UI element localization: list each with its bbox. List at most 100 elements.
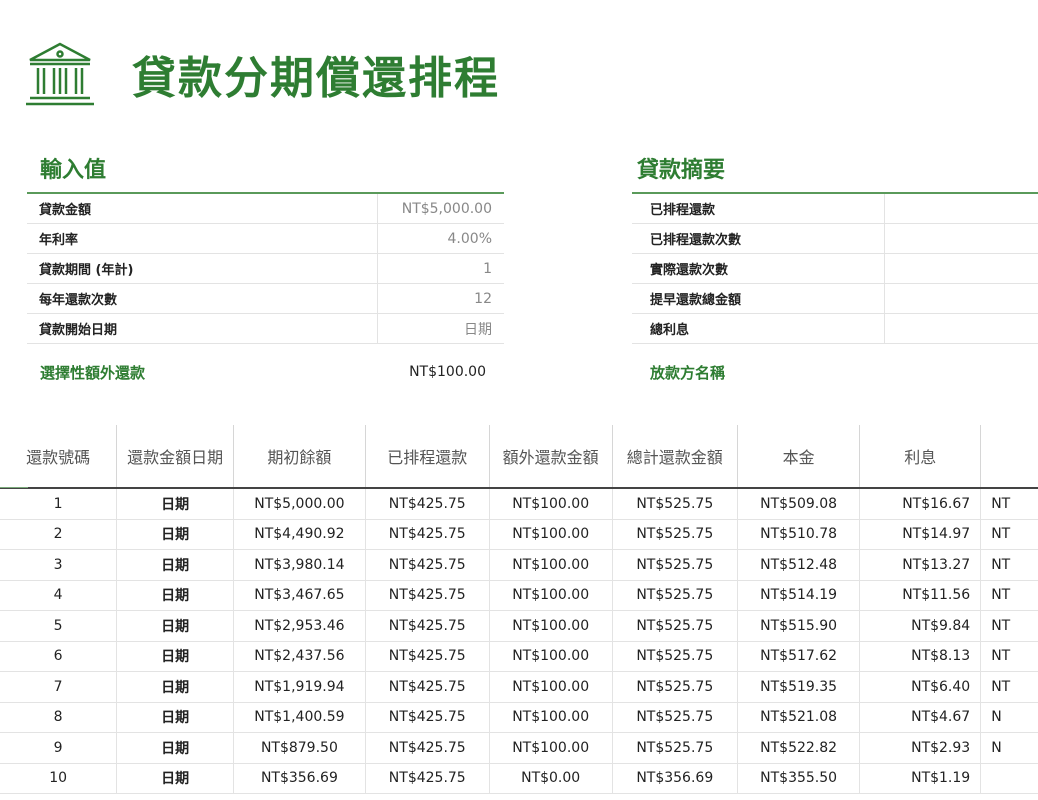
extra-payment-cell[interactable]: NT$100.00 [488,641,613,672]
interest-cell[interactable]: NT$14.97 [859,519,981,550]
column-header[interactable] [980,425,1038,489]
scheduled-payment-cell[interactable]: NT$425.75 [364,702,490,733]
truncated-cell[interactable]: NT [980,671,1038,703]
principal-cell[interactable]: NT$517.62 [736,641,860,672]
principal-cell[interactable]: NT$355.50 [736,763,860,794]
payment-number-cell[interactable]: 3 [0,549,117,581]
total-payment-cell[interactable]: NT$525.75 [611,610,738,642]
beginning-balance-cell[interactable]: NT$356.69 [233,763,366,794]
scheduled-payment-cell[interactable]: NT$425.75 [364,763,490,794]
payment-date-cell[interactable]: 日期 [116,702,234,733]
total-payment-cell[interactable]: NT$525.75 [611,641,738,672]
interest-cell[interactable]: NT$4.67 [859,702,981,733]
payment-number-cell[interactable]: 7 [0,671,117,703]
scheduled-payment-cell[interactable]: NT$425.75 [364,488,490,520]
interest-cell[interactable]: NT$2.93 [859,732,981,764]
truncated-cell[interactable]: NT [980,549,1038,581]
scheduled-payment-cell[interactable]: NT$425.75 [364,671,490,703]
payment-number-cell[interactable]: 8 [0,702,117,733]
beginning-balance-cell[interactable]: NT$3,980.14 [233,549,366,581]
payment-date-cell[interactable]: 日期 [116,763,234,794]
principal-cell[interactable]: NT$519.35 [736,671,860,703]
beginning-balance-cell[interactable]: NT$4,490.92 [233,519,366,550]
payment-number-cell[interactable]: 9 [0,732,117,764]
scheduled-payment-cell[interactable]: NT$425.75 [364,580,490,611]
payment-number-cell[interactable]: 4 [0,580,117,611]
extra-payment-value[interactable]: NT$100.00 [330,364,486,380]
payment-date-cell[interactable]: 日期 [116,580,234,611]
beginning-balance-cell[interactable]: NT$1,919.94 [233,671,366,703]
total-payment-cell[interactable]: NT$525.75 [611,519,738,550]
scheduled-payment-cell[interactable]: NT$425.75 [364,610,490,642]
total-payment-cell[interactable]: NT$525.75 [611,549,738,581]
principal-cell[interactable]: NT$510.78 [736,519,860,550]
truncated-cell[interactable] [980,763,1038,794]
input-value-cell[interactable]: 12 [376,283,504,314]
principal-cell[interactable]: NT$509.08 [736,488,860,520]
extra-payment-cell[interactable]: NT$100.00 [488,610,613,642]
payment-number-cell[interactable]: 6 [0,641,117,672]
interest-cell[interactable]: NT$1.19 [859,763,981,794]
input-value-cell[interactable]: 4.00% [376,223,504,254]
interest-cell[interactable]: NT$8.13 [859,641,981,672]
scheduled-payment-cell[interactable]: NT$425.75 [364,519,490,550]
beginning-balance-cell[interactable]: NT$2,953.46 [233,610,366,642]
payment-number-cell[interactable]: 10 [0,763,117,794]
truncated-cell[interactable]: NT [980,580,1038,611]
beginning-balance-cell[interactable]: NT$3,467.65 [233,580,366,611]
beginning-balance-cell[interactable]: NT$1,400.59 [233,702,366,733]
interest-cell[interactable]: NT$6.40 [859,671,981,703]
total-payment-cell[interactable]: NT$525.75 [611,702,738,733]
truncated-cell[interactable]: NT [980,610,1038,642]
total-payment-cell[interactable]: NT$525.75 [611,488,738,520]
beginning-balance-cell[interactable]: NT$2,437.56 [233,641,366,672]
extra-payment-cell[interactable]: NT$100.00 [488,732,613,764]
column-header[interactable]: 還款號碼 [0,425,117,489]
interest-cell[interactable]: NT$9.84 [859,610,981,642]
total-payment-cell[interactable]: NT$356.69 [611,763,738,794]
column-header[interactable]: 總計還款金額 [611,425,738,489]
payment-date-cell[interactable]: 日期 [116,549,234,581]
payment-date-cell[interactable]: 日期 [116,488,234,520]
payment-number-cell[interactable]: 1 [0,488,117,520]
column-header[interactable]: 利息 [859,425,981,489]
principal-cell[interactable]: NT$514.19 [736,580,860,611]
payment-number-cell[interactable]: 5 [0,610,117,642]
beginning-balance-cell[interactable]: NT$879.50 [233,732,366,764]
payment-date-cell[interactable]: 日期 [116,671,234,703]
payment-date-cell[interactable]: 日期 [116,519,234,550]
column-header[interactable]: 已排程還款 [364,425,490,489]
total-payment-cell[interactable]: NT$525.75 [611,580,738,611]
interest-cell[interactable]: NT$16.67 [859,488,981,520]
scheduled-payment-cell[interactable]: NT$425.75 [364,549,490,581]
payment-date-cell[interactable]: 日期 [116,641,234,672]
input-value-cell[interactable]: 1 [376,253,504,284]
scheduled-payment-cell[interactable]: NT$425.75 [364,641,490,672]
principal-cell[interactable]: NT$512.48 [736,549,860,581]
principal-cell[interactable]: NT$515.90 [736,610,860,642]
truncated-cell[interactable]: N [980,702,1038,733]
column-header[interactable]: 本金 [736,425,860,489]
column-header[interactable]: 期初餘額 [233,425,366,489]
payment-date-cell[interactable]: 日期 [116,610,234,642]
payment-date-cell[interactable]: 日期 [116,732,234,764]
truncated-cell[interactable]: NT [980,641,1038,672]
truncated-cell[interactable]: NT [980,488,1038,520]
beginning-balance-cell[interactable]: NT$5,000.00 [233,488,366,520]
scheduled-payment-cell[interactable]: NT$425.75 [364,732,490,764]
interest-cell[interactable]: NT$13.27 [859,549,981,581]
payment-number-cell[interactable]: 2 [0,519,117,550]
input-value-cell[interactable]: 日期 [376,313,504,344]
extra-payment-cell[interactable]: NT$0.00 [488,763,613,794]
principal-cell[interactable]: NT$521.08 [736,702,860,733]
extra-payment-cell[interactable]: NT$100.00 [488,580,613,611]
input-value-cell[interactable]: NT$5,000.00 [376,194,504,224]
principal-cell[interactable]: NT$522.82 [736,732,860,764]
column-header[interactable]: 額外還款金額 [488,425,613,489]
extra-payment-cell[interactable]: NT$100.00 [488,549,613,581]
extra-payment-cell[interactable]: NT$100.00 [488,519,613,550]
total-payment-cell[interactable]: NT$525.75 [611,732,738,764]
column-header[interactable]: 還款金額日期 [116,425,234,489]
extra-payment-cell[interactable]: NT$100.00 [488,488,613,520]
interest-cell[interactable]: NT$11.56 [859,580,981,611]
